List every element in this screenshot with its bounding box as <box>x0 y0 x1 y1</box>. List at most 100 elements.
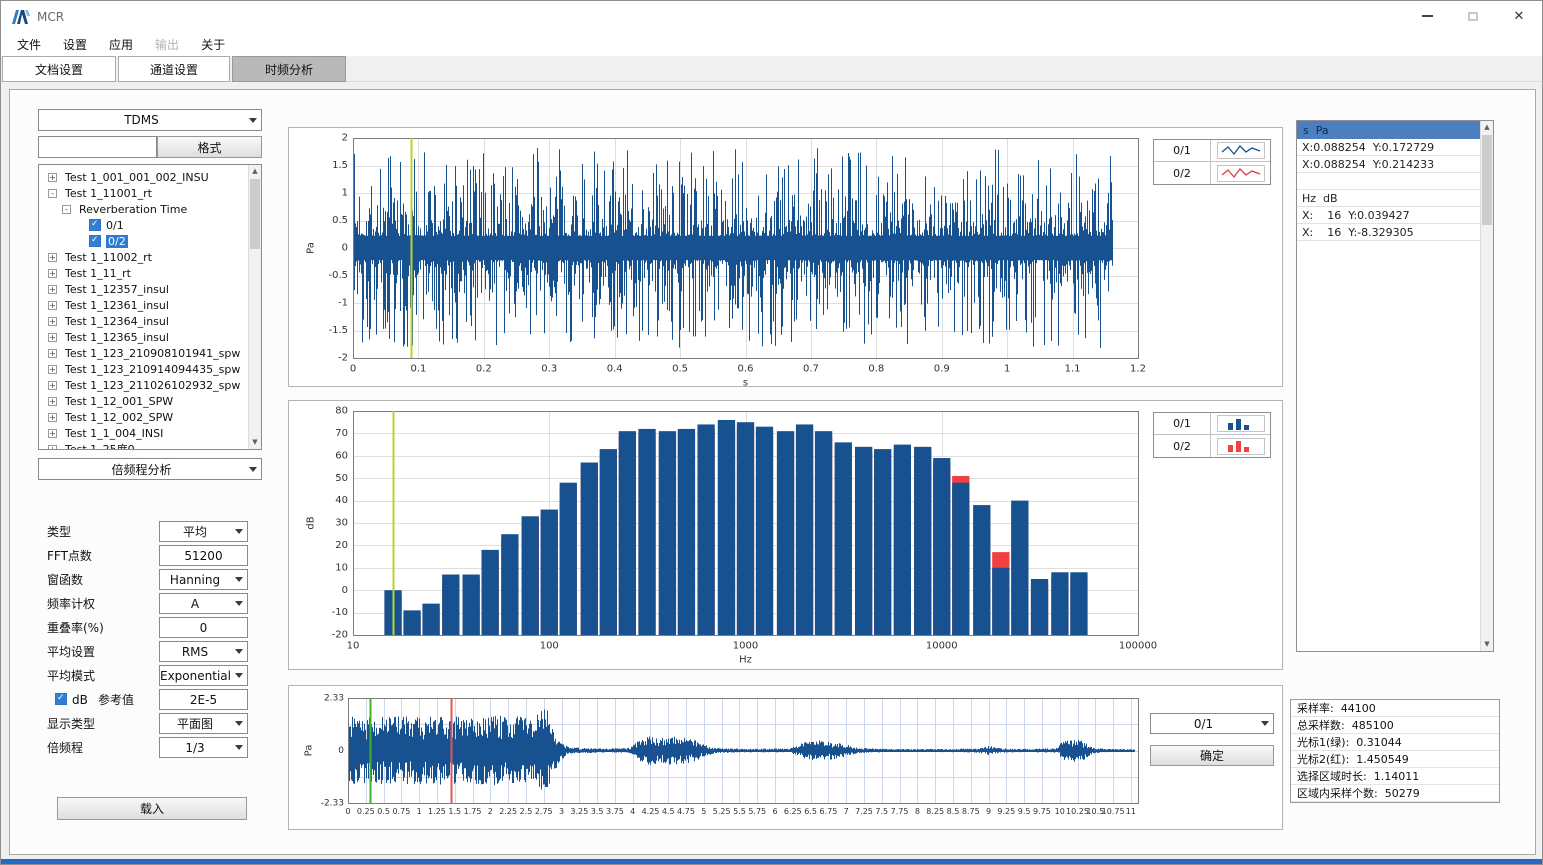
file-format-select[interactable]: TDMS <box>38 109 262 131</box>
info-value: 1.450549 <box>1349 753 1408 766</box>
tree-item[interactable]: +Test 1_123_211026102932_spw <box>39 377 248 393</box>
info-label: 光标1(绿): <box>1297 734 1349 750</box>
tree-item-label: Test 1_001_001_002_INSU <box>65 171 209 184</box>
tree-scrollbar[interactable]: ▲ ▼ <box>248 165 261 449</box>
form-select[interactable]: 平面图 <box>159 713 248 734</box>
form-select[interactable]: A <box>159 593 248 614</box>
scroll-down-icon[interactable]: ▼ <box>1481 638 1493 651</box>
minimize-button[interactable] <box>1404 1 1450 31</box>
tree-item-label: Test 1_12361_insul <box>65 299 169 312</box>
octave-spectrum-chart[interactable] <box>289 401 1284 671</box>
form-select[interactable]: 1/3 <box>159 737 248 758</box>
overview-waveform-chart[interactable] <box>289 686 1284 831</box>
filter-input[interactable] <box>38 136 157 158</box>
expand-icon[interactable]: + <box>48 253 57 262</box>
menu-item[interactable]: 文件 <box>6 34 52 55</box>
confirm-button[interactable]: 确定 <box>1150 745 1274 766</box>
maximize-button[interactable] <box>1450 1 1496 31</box>
tree-item[interactable]: + Test 1_12357_insul <box>39 281 248 297</box>
expand-icon[interactable]: + <box>48 413 57 422</box>
tab-2[interactable]: 通道设置 <box>118 56 230 82</box>
file-format-value: TDMS <box>39 113 244 127</box>
tree-item[interactable]: +Test 1_123_210914094435_spw <box>39 361 248 377</box>
tree-item-label: Test 1_12357_insul <box>65 283 169 296</box>
bars-sample-icon <box>1217 438 1265 455</box>
form-select[interactable]: RMS <box>159 641 248 662</box>
menu-item[interactable]: 应用 <box>98 34 144 55</box>
menu-item[interactable]: 关于 <box>190 34 236 55</box>
chevron-down-icon <box>230 714 247 733</box>
info-label: 总采样数: <box>1297 717 1345 733</box>
tree-item[interactable]: +Test 1_12365_insul <box>39 329 248 345</box>
expand-icon[interactable]: + <box>48 333 57 342</box>
chevron-down-icon <box>1256 714 1273 733</box>
analysis-type-select[interactable]: 倍频程分析 <box>38 458 262 480</box>
expand-icon[interactable]: + <box>48 397 57 406</box>
form-select[interactable]: Hanning <box>159 569 248 590</box>
scroll-thumb[interactable] <box>1482 135 1492 225</box>
tree-item[interactable]: -Test 1_11001_rt <box>39 185 248 201</box>
scroll-up-icon[interactable]: ▲ <box>1481 121 1493 134</box>
expand-icon[interactable]: + <box>48 301 57 310</box>
tab-1[interactable]: 文档设置 <box>2 56 116 82</box>
expand-icon[interactable]: + <box>48 381 57 390</box>
cursor-table-scrollbar[interactable]: ▲ ▼ <box>1480 121 1493 651</box>
tree-item[interactable]: +Test 1_12_002_SPW <box>39 409 248 425</box>
tree-item[interactable]: 0/2 <box>39 233 248 249</box>
form-input[interactable]: 0 <box>159 617 248 638</box>
info-row: 选择区域时长: 1.14011 <box>1291 768 1499 785</box>
tree-item[interactable]: +Test 1_123_210908101941_spw <box>39 345 248 361</box>
cursor-table-row: X: 16 Y:-8.329305 <box>1297 224 1480 241</box>
form-select[interactable]: 平均 <box>159 521 248 542</box>
tab-3[interactable]: 时频分析 <box>232 56 346 82</box>
legend-icon-cell <box>1211 413 1270 435</box>
cursor-table-row: X:0.088254 Y:0.172729 <box>1297 139 1480 156</box>
close-button[interactable]: ✕ <box>1496 1 1542 31</box>
channel-select[interactable]: 0/1 <box>1150 713 1274 734</box>
load-button[interactable]: 载入 <box>57 797 247 820</box>
expand-icon[interactable]: + <box>48 317 57 326</box>
tree-item[interactable]: + Test 1_25度0 <box>39 441 248 450</box>
scroll-down-icon[interactable]: ▼ <box>249 436 261 449</box>
tree-item[interactable]: +Test 1_11002_rt <box>39 249 248 265</box>
tree-item[interactable]: 0/1 <box>39 217 248 233</box>
tree-item[interactable]: -Reverberation Time <box>39 201 248 217</box>
expand-icon[interactable]: + <box>48 269 57 278</box>
form-label: 倍频程 <box>47 737 83 758</box>
checkbox-checked-icon[interactable] <box>89 219 101 231</box>
format-button[interactable]: 格式 <box>157 136 262 158</box>
tree-item[interactable]: +Test 1_12_001_SPW <box>39 393 248 409</box>
form-select[interactable]: Exponential <box>159 665 248 686</box>
scroll-thumb[interactable] <box>250 179 260 249</box>
chevron-down-icon <box>244 110 261 130</box>
overview-waveform-panel: 0/1 确定 <box>288 685 1283 830</box>
line-sample-icon <box>1217 165 1265 182</box>
tree-item[interactable]: + Test 1_12361_insul <box>39 297 248 313</box>
collapse-icon[interactable]: - <box>48 189 57 198</box>
expand-icon[interactable]: + <box>48 445 57 451</box>
menu-item[interactable]: 设置 <box>52 34 98 55</box>
info-label: 区域内采样个数: <box>1297 785 1378 801</box>
window-title: MCR <box>37 10 64 24</box>
time-waveform-chart[interactable] <box>289 128 1284 388</box>
collapse-icon[interactable]: - <box>62 205 71 214</box>
scroll-up-icon[interactable]: ▲ <box>249 165 261 178</box>
tree-item[interactable]: + Test 1_001_001_002_INSU <box>39 169 248 185</box>
tree-item[interactable]: +Test 1_11_rt <box>39 265 248 281</box>
expand-icon[interactable]: + <box>48 365 57 374</box>
db-checkbox[interactable] <box>55 693 67 705</box>
expand-icon[interactable]: + <box>48 429 57 438</box>
menu-item: 输出 <box>144 34 190 55</box>
form-input[interactable]: 51200 <box>159 545 248 566</box>
expand-icon[interactable]: + <box>48 349 57 358</box>
checkbox-checked-icon[interactable] <box>89 235 101 247</box>
tree-item-label: Test 1_25度0 <box>65 441 135 450</box>
expand-icon[interactable]: + <box>48 285 57 294</box>
tree-item-label: Test 1_11001_rt <box>65 187 152 200</box>
form-input[interactable]: 2E-5 <box>159 689 248 710</box>
form-select-value: A <box>160 597 230 611</box>
tree-item[interactable]: +Test 1_12364_insul <box>39 313 248 329</box>
form-select-value: RMS <box>160 645 230 659</box>
tree-item[interactable]: +Test 1_1_004_INSI <box>39 425 248 441</box>
expand-icon[interactable]: + <box>48 173 57 182</box>
